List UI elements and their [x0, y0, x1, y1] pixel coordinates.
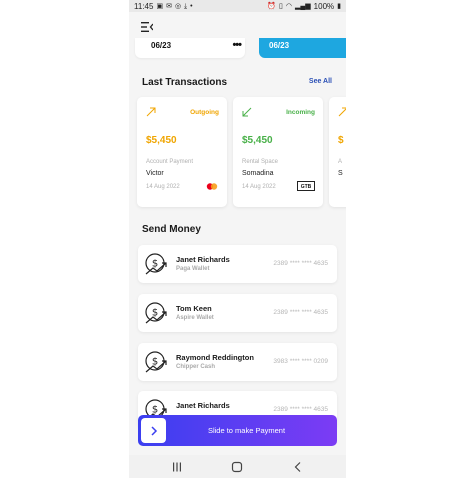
- transaction-party: S: [338, 170, 343, 177]
- slide-to-pay-bar[interactable]: Slide to make Payment: [138, 415, 337, 446]
- transaction-date: 14 Aug 2022: [146, 184, 180, 190]
- transaction-card[interactable]: Outgoing $5,450 Account Payment Victor 1…: [137, 97, 227, 207]
- phone-screen: 11:45 ▣ ✉ ◎ ⤓ • ⏰ ▯ ◠ ▂▄▆ 100% ▮ 06/23 •…: [129, 0, 346, 478]
- recipient-name: Tom Keen: [176, 304, 212, 313]
- recipient-name: Janet Richards: [176, 401, 230, 410]
- dollar-send-icon: $: [145, 351, 167, 373]
- image-icon: ▣: [156, 2, 164, 10]
- transactions-carousel[interactable]: Outgoing $5,450 Account Payment Victor 1…: [137, 97, 346, 207]
- battery-icon: ▮: [337, 2, 341, 10]
- alarm-icon: ⏰: [267, 2, 276, 10]
- status-left: 11:45 ▣ ✉ ◎ ⤓ •: [134, 2, 193, 11]
- transaction-party: Victor: [146, 170, 164, 177]
- card-primary[interactable]: 06/23 •••: [135, 38, 245, 58]
- recipient-number: 3983 **** **** 0209: [273, 358, 328, 365]
- recipient-wallet: Paga Wallet: [176, 266, 210, 272]
- transaction-purpose: Account Payment: [146, 159, 194, 165]
- menu-collapse-icon[interactable]: [141, 22, 153, 32]
- recipient-name: Janet Richards: [176, 255, 230, 264]
- transaction-type: Outgoing: [190, 109, 219, 116]
- transaction-party: Somadina: [242, 170, 274, 177]
- transaction-purpose: Rental Space: [242, 159, 279, 165]
- dot-icon: •: [190, 2, 193, 10]
- send-money-item[interactable]: $ Tom Keen Aspire Wallet 2389 **** **** …: [138, 294, 337, 332]
- status-time: 11:45: [134, 1, 154, 11]
- card-secondary[interactable]: 06/23: [259, 38, 346, 58]
- transaction-card[interactable]: $ A S: [329, 97, 346, 207]
- mastercard-icon: [206, 183, 218, 190]
- whatsapp-icon: ◎: [174, 2, 182, 10]
- message-icon: ✉: [166, 2, 172, 10]
- transaction-amount: $: [338, 135, 344, 146]
- arrow-up-right-icon: [146, 107, 156, 117]
- recipient-number: 2389 **** **** 4635: [273, 260, 328, 267]
- back-icon[interactable]: [292, 461, 304, 473]
- recipient-name: Raymond Reddington: [176, 353, 254, 362]
- recipient-wallet: Chipper Cash: [176, 364, 216, 370]
- status-right: ⏰ ▯ ◠ ▂▄▆ 100% ▮: [267, 2, 341, 11]
- send-money-item[interactable]: $ Janet Richards Paga Wallet 2389 **** *…: [138, 245, 337, 283]
- download-icon: ⤓: [184, 2, 188, 10]
- transaction-purpose: A: [338, 159, 343, 165]
- recents-icon[interactable]: [171, 461, 183, 473]
- transaction-amount: $5,450: [242, 135, 273, 146]
- slide-label: Slide to make Payment: [207, 426, 286, 435]
- battery-level: 100%: [313, 1, 335, 11]
- last-transactions-title: Last Transactions: [142, 77, 228, 88]
- signal-icon: ▂▄▆: [294, 2, 311, 10]
- send-money-item[interactable]: $ Raymond Reddington Chipper Cash 3983 *…: [138, 343, 337, 381]
- see-all-link[interactable]: See All: [309, 78, 332, 85]
- gtb-logo: GTB: [297, 181, 315, 191]
- card-carousel[interactable]: 06/23 ••• 06/23: [129, 38, 346, 58]
- arrow-up-right-icon: [338, 107, 346, 117]
- recipient-wallet: Aspire Wallet: [176, 315, 214, 321]
- card-options-icon[interactable]: •••: [232, 39, 242, 51]
- transaction-amount: $5,450: [146, 135, 177, 146]
- system-nav-bar: [129, 455, 346, 478]
- status-bar: 11:45 ▣ ✉ ◎ ⤓ • ⏰ ▯ ◠ ▂▄▆ 100% ▮: [129, 0, 346, 12]
- card-expiry-secondary: 06/23: [269, 41, 290, 50]
- transaction-date: 14 Aug 2022: [242, 184, 276, 190]
- home-icon[interactable]: [231, 461, 243, 473]
- card-expiry: 06/23: [151, 41, 172, 50]
- dollar-send-icon: $: [145, 253, 167, 275]
- recipient-number: 2389 **** **** 4635: [273, 406, 328, 413]
- wifi-icon: ◠: [285, 2, 292, 10]
- send-money-title: Send Money: [142, 224, 201, 235]
- dollar-send-icon: $: [145, 302, 167, 324]
- transaction-card[interactable]: Incoming $5,450 Rental Space Somadina 14…: [233, 97, 323, 207]
- transaction-type: Incoming: [286, 109, 315, 116]
- arrow-down-left-icon: [242, 107, 252, 117]
- vibrate-icon: ▯: [278, 2, 283, 10]
- recipient-number: 2389 **** **** 4635: [273, 309, 328, 316]
